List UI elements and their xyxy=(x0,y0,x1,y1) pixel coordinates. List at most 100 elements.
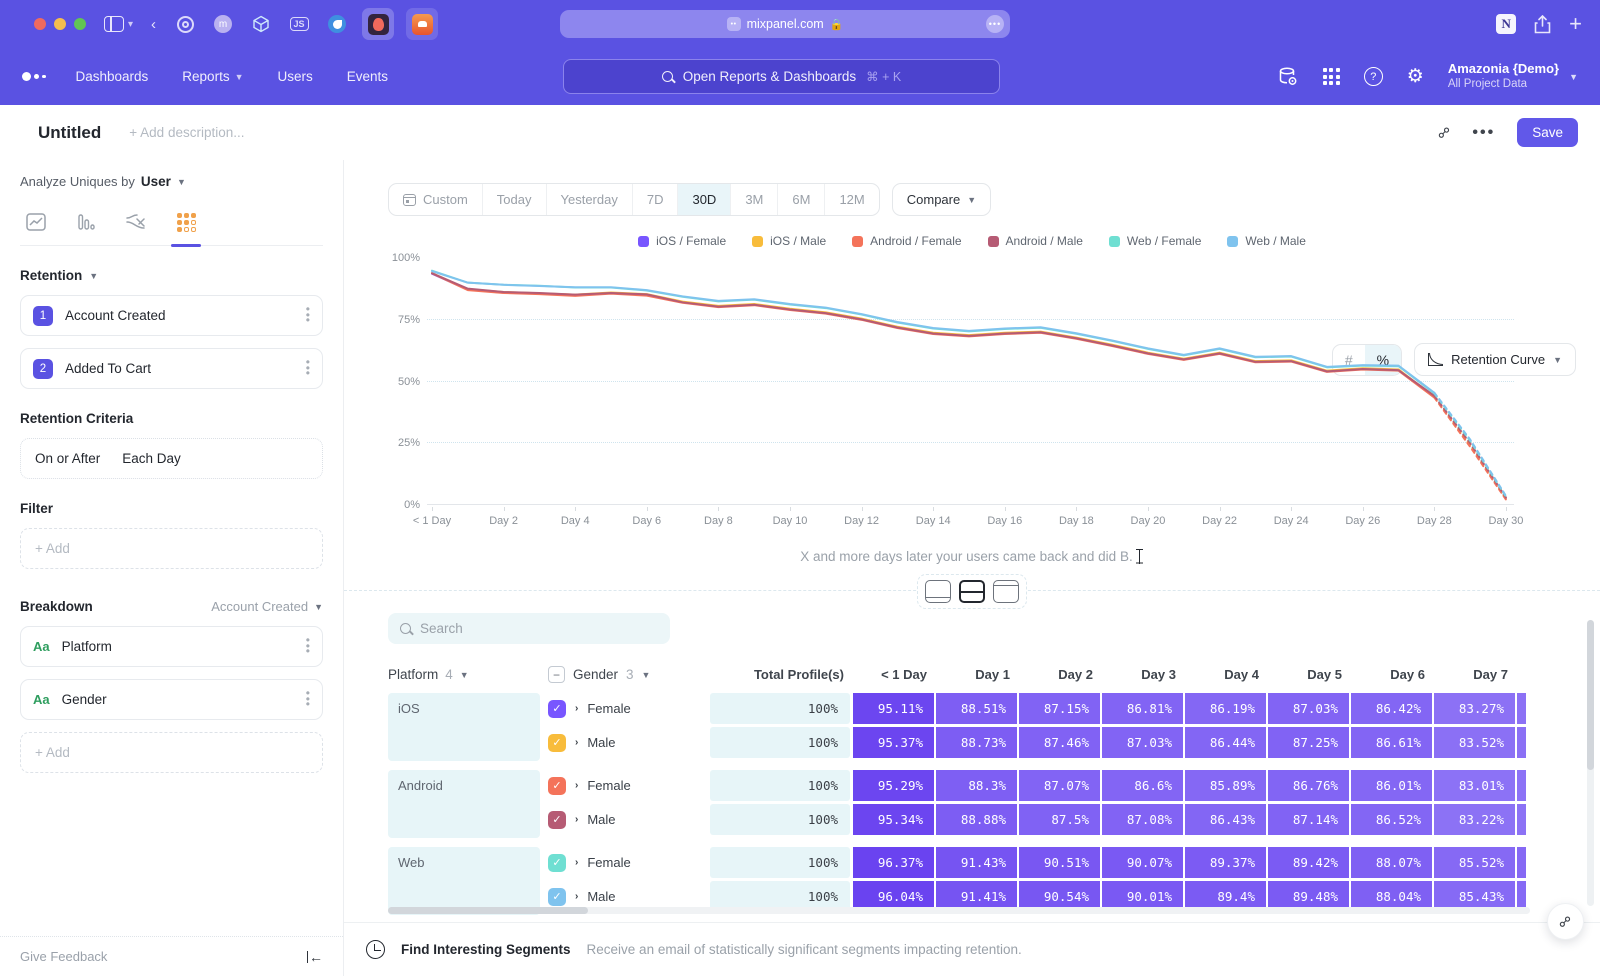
legend-item[interactable]: Web / Male xyxy=(1227,234,1305,248)
expand-chevron-icon[interactable]: › xyxy=(575,857,578,868)
close-window-button[interactable] xyxy=(34,18,46,30)
retention-value-cell[interactable]: 83.27% xyxy=(1434,693,1517,724)
table-search-input[interactable]: Search xyxy=(388,613,670,644)
breakdown-item-gender[interactable]: AaGender• • • xyxy=(20,679,323,720)
new-tab-icon[interactable]: + xyxy=(1569,11,1582,37)
range-today[interactable]: Today xyxy=(483,184,547,215)
red-app-icon[interactable] xyxy=(362,8,394,40)
copy-link-icon[interactable]: ⚯ xyxy=(1433,122,1455,144)
retention-value-cell[interactable]: 88.73% xyxy=(936,727,1019,758)
day-column-header[interactable]: Day 6 xyxy=(1356,667,1439,682)
scrollbar-thumb[interactable] xyxy=(1587,620,1594,770)
retention-value-cell[interactable]: 86.61% xyxy=(1351,727,1434,758)
tab-funnels-icon[interactable] xyxy=(74,211,98,233)
retention-value-cell[interactable]: 89.42% xyxy=(1268,847,1351,878)
layout-chart-only-icon[interactable] xyxy=(925,580,951,603)
range-6m[interactable]: 6M xyxy=(778,184,825,215)
retention-value-cell[interactable]: 95.29% xyxy=(853,770,936,801)
notion-extension-icon[interactable]: N xyxy=(1496,14,1516,34)
more-options-icon[interactable]: ••• xyxy=(1472,124,1495,142)
kebab-menu-icon[interactable]: • • • xyxy=(306,307,310,323)
retention-value-cell[interactable]: 90.51% xyxy=(1019,847,1102,878)
breakdown-item-platform[interactable]: AaPlatform• • • xyxy=(20,626,323,667)
retention-value-cell[interactable]: 87.08% xyxy=(1102,804,1185,835)
criteria-mode[interactable]: On or After xyxy=(35,451,100,466)
window-controls[interactable] xyxy=(34,18,86,30)
collapse-sidebar-icon[interactable]: ← xyxy=(307,949,324,965)
tab-retention-icon[interactable] xyxy=(174,211,198,233)
browser-tabs[interactable]: m JS xyxy=(172,8,438,40)
retention-value-cell[interactable]: 87.07% xyxy=(1019,770,1102,801)
legend-item[interactable]: Android / Male xyxy=(988,234,1083,248)
tab-flows-icon[interactable] xyxy=(124,211,148,233)
breakdown-scope-select[interactable]: Account Created ▼ xyxy=(211,599,323,614)
zoom-window-button[interactable] xyxy=(74,18,86,30)
retention-value-cell[interactable]: 88.51% xyxy=(936,693,1019,724)
settings-gear-icon[interactable]: ⚙ xyxy=(1407,67,1424,86)
retention-value-cell[interactable]: 86.19% xyxy=(1185,693,1268,724)
retention-value-cell[interactable]: 87.15% xyxy=(1019,693,1102,724)
series-checkbox[interactable]: ✓ xyxy=(548,854,566,872)
layout-split-icon[interactable] xyxy=(959,580,985,603)
retention-value-cell[interactable]: 88.07% xyxy=(1351,847,1434,878)
find-segments-title[interactable]: Find Interesting Segments xyxy=(401,942,571,957)
day-column-header[interactable]: < 1 Day xyxy=(858,667,941,682)
retention-criteria-card[interactable]: On or After Each Day xyxy=(20,438,323,479)
scrollbar-thumb[interactable] xyxy=(388,907,588,914)
retention-value-cell[interactable]: 87.03% xyxy=(1102,727,1185,758)
apps-grid-icon[interactable] xyxy=(1323,68,1340,85)
series-checkbox[interactable]: ✓ xyxy=(548,734,566,752)
series-checkbox[interactable]: ✓ xyxy=(548,777,566,795)
retention-value-cell[interactable]: 86.01% xyxy=(1351,770,1434,801)
retention-value-cell[interactable]: 95.34% xyxy=(853,804,936,835)
indeterminate-checkbox[interactable]: − xyxy=(548,666,565,683)
plot-area[interactable] xyxy=(427,258,1514,505)
add-breakdown-button[interactable]: + Add xyxy=(20,732,323,773)
expand-chevron-icon[interactable]: › xyxy=(575,814,578,825)
expand-chevron-icon[interactable]: › xyxy=(575,780,578,791)
platform-cell[interactable]: Android xyxy=(388,770,540,838)
retention-value-cell[interactable]: 86.76% xyxy=(1268,770,1351,801)
back-icon[interactable]: ‹ xyxy=(151,16,156,33)
project-switcher[interactable]: Amazonia {Demo} All Project Data ▼ xyxy=(1448,61,1578,92)
range-30d[interactable]: 30D xyxy=(678,184,731,215)
range-7d[interactable]: 7D xyxy=(633,184,679,215)
compare-button[interactable]: Compare ▼ xyxy=(892,183,991,216)
share-link-floating-button[interactable]: ⚯ xyxy=(1547,903,1584,940)
series-checkbox[interactable]: ✓ xyxy=(548,811,566,829)
platform-cell[interactable]: Web xyxy=(388,847,540,915)
criteria-interval[interactable]: Each Day xyxy=(122,451,181,466)
range-yesterday[interactable]: Yesterday xyxy=(547,184,633,215)
globe-bird-icon[interactable] xyxy=(324,11,350,37)
nav-item-users[interactable]: Users xyxy=(278,69,313,84)
day-column-header[interactable]: Day 2 xyxy=(1024,667,1107,682)
retention-value-cell[interactable]: 85.89% xyxy=(1185,770,1268,801)
platform-column-header[interactable]: Platform 4 ▼ xyxy=(388,667,548,682)
retention-value-cell[interactable]: 87.03% xyxy=(1268,693,1351,724)
nav-item-reports[interactable]: Reports▼ xyxy=(182,69,243,84)
give-feedback-link[interactable]: Give Feedback xyxy=(20,949,107,964)
retention-value-cell[interactable]: 83.52% xyxy=(1434,727,1517,758)
retention-step-1[interactable]: 1Account Created• • • xyxy=(20,295,323,336)
retention-value-cell[interactable]: 87.14% xyxy=(1268,804,1351,835)
day-column-header[interactable]: Day 1 xyxy=(941,667,1024,682)
orange-app-icon[interactable] xyxy=(406,8,438,40)
target-icon[interactable] xyxy=(172,11,198,37)
retention-value-cell[interactable]: 89.37% xyxy=(1185,847,1268,878)
add-filter-button[interactable]: + Add xyxy=(20,528,323,569)
vertical-scrollbar[interactable] xyxy=(1587,620,1594,906)
retention-value-cell[interactable]: 83.22% xyxy=(1434,804,1517,835)
share-icon[interactable] xyxy=(1534,15,1551,34)
range-custom[interactable]: Custom xyxy=(389,184,483,215)
m-avatar-icon[interactable]: m xyxy=(210,11,236,37)
tab-insights-icon[interactable] xyxy=(24,211,48,233)
kebab-menu-icon[interactable]: • • • xyxy=(306,691,310,707)
retention-value-cell[interactable]: 96.37% xyxy=(853,847,936,878)
day-column-header[interactable]: Day 7 xyxy=(1439,667,1522,682)
retention-value-cell[interactable]: 87.5% xyxy=(1019,804,1102,835)
retention-value-cell[interactable]: 88.3% xyxy=(936,770,1019,801)
gender-column-header[interactable]: − Gender 3 ▼ xyxy=(548,666,718,683)
range-3m[interactable]: 3M xyxy=(731,184,778,215)
retention-value-cell[interactable]: 83.01% xyxy=(1434,770,1517,801)
legend-item[interactable]: Web / Female xyxy=(1109,234,1201,248)
